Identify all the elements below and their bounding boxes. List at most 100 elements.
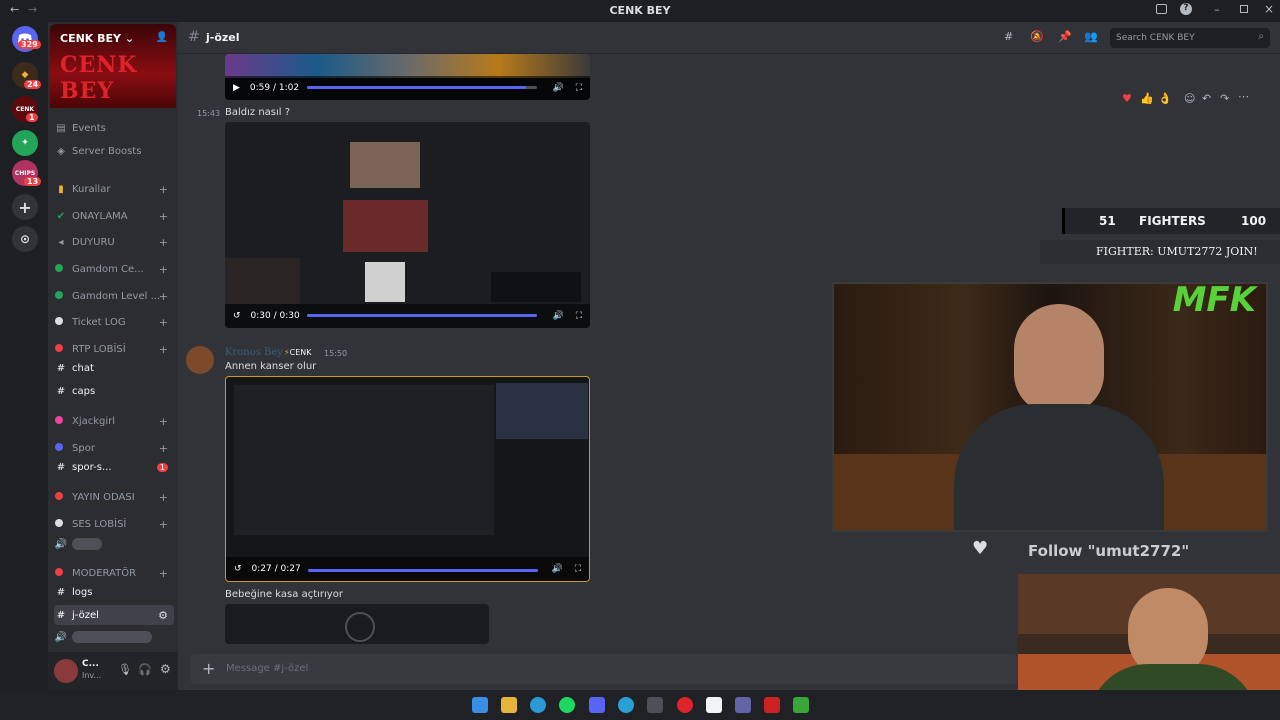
category-ses-lobisi[interactable]: SES LOBİSİ + — [54, 514, 174, 534]
sidebar-item-events[interactable]: ▤ Events — [54, 118, 174, 138]
video-attachment-2[interactable]: ↺ 0:30 / 0:30 🔊 ⛶ — [225, 122, 590, 328]
channel-j-ozel[interactable]: # j-özel ⚙ — [54, 605, 174, 625]
category-gamdom-ce[interactable]: Gamdom Ce... + — [54, 259, 174, 279]
bell-off-icon[interactable]: 🔕 — [1030, 30, 1044, 43]
category-rtp-lobisi[interactable]: RTP LOBİSİ + — [54, 339, 174, 359]
volume-icon[interactable]: 🔊 — [551, 564, 562, 574]
app-icon[interactable] — [647, 697, 663, 713]
app-icon[interactable] — [764, 697, 780, 713]
avatar[interactable] — [54, 659, 78, 683]
volume-icon[interactable]: 🔊 — [552, 83, 563, 93]
user-name[interactable]: C... — [82, 659, 99, 669]
check-icon: ✔ — [56, 210, 66, 222]
server-cenk-badge: 1 — [26, 113, 38, 122]
category-gamdom-level[interactable]: Gamdom Level ... + — [54, 286, 174, 306]
gear-icon: ⚙ — [158, 608, 168, 622]
avatar — [72, 631, 152, 643]
video-frame — [491, 272, 581, 302]
file-explorer-icon[interactable] — [501, 697, 517, 713]
minecraft-icon[interactable] — [793, 697, 809, 713]
headphones-icon[interactable]: 🎧 — [138, 663, 152, 676]
category-duyuru[interactable]: ◂ DUYURU + — [54, 232, 174, 252]
hash-icon: # — [56, 461, 66, 473]
members-icon[interactable]: 👥 — [1084, 30, 1098, 43]
add-channel-icon: + — [158, 414, 168, 428]
category-kurallar[interactable]: ▮ Kurallar + — [54, 179, 174, 199]
maximize-icon[interactable] — [1240, 5, 1248, 13]
thumbs-up-reaction-icon[interactable]: 👍 — [1140, 92, 1154, 105]
pin-icon[interactable]: 📌 — [1058, 30, 1072, 43]
replay-icon[interactable]: ↺ — [234, 564, 242, 574]
image-attachment[interactable] — [225, 604, 489, 644]
settings-gear-icon[interactable]: ⚙ — [160, 662, 171, 676]
image-frame — [345, 612, 375, 642]
category-yayin-odasi[interactable]: YAYIN ODASI + — [54, 487, 174, 507]
category-xjackgirl[interactable]: Xjackgirl + — [54, 411, 174, 431]
hash-icon: # — [56, 609, 66, 621]
teams-icon[interactable] — [735, 697, 751, 713]
follow-text: Follow "umut2772" — [1028, 542, 1190, 560]
fullscreen-icon[interactable]: ⛶ — [575, 564, 581, 574]
add-server-icon[interactable]: + — [12, 194, 38, 220]
category-spor[interactable]: Spor + — [54, 438, 174, 458]
channel-logs[interactable]: # logs — [54, 582, 174, 602]
message-author[interactable]: Kronos Bey — [225, 347, 283, 358]
heart-reaction-icon[interactable]: ♥ — [1122, 92, 1132, 105]
attach-plus-icon[interactable]: + — [202, 659, 215, 678]
forward-icon[interactable]: ↷ — [1220, 92, 1229, 105]
heart-icon: ♥ — [972, 538, 989, 559]
category-onaylama[interactable]: ✔ ONAYLAMA + — [54, 206, 174, 226]
channel-spor-s[interactable]: # spor-s... 1 — [54, 457, 174, 477]
fullscreen-icon[interactable]: ⛶ — [576, 83, 582, 93]
message-text: Baldız nasıl ? — [225, 107, 291, 118]
more-icon[interactable]: ⋯ — [1238, 90, 1249, 103]
add-reaction-icon[interactable]: ☺ — [1184, 92, 1195, 105]
video-attachment-1[interactable]: ▶ 0:59 / 1:02 🔊 ⛶ — [225, 54, 590, 100]
invite-icon[interactable]: 👤 — [156, 32, 168, 43]
megaphone-icon: ◂ — [58, 236, 64, 248]
app-icon[interactable] — [677, 697, 693, 713]
video-attachment-3[interactable]: ↺ 0:27 / 0:27 🔊 ⛶ — [225, 376, 590, 582]
replay-icon[interactable]: ↺ — [233, 311, 241, 321]
video-time: 0:30 / 0:30 — [250, 311, 300, 321]
edge-icon[interactable] — [530, 697, 546, 713]
server-icon-2[interactable]: ✦ — [12, 130, 38, 156]
server-banner[interactable]: CENK BEY ⌄ 👤 CENK BEY — [50, 24, 176, 108]
fullscreen-icon[interactable]: ⛶ — [576, 311, 582, 321]
speaker-icon: 🔊 — [54, 631, 68, 643]
server-name[interactable]: CENK BEY ⌄ — [60, 32, 134, 45]
category-ticket-log[interactable]: Ticket LOG + — [54, 312, 174, 332]
channel-caps[interactable]: # caps — [54, 381, 174, 401]
reply-icon[interactable]: ↶ — [1202, 92, 1211, 105]
video-frame — [343, 200, 428, 252]
notion-icon[interactable] — [706, 697, 722, 713]
avatar[interactable] — [186, 346, 214, 374]
spotify-icon[interactable] — [559, 697, 575, 713]
dot-icon — [55, 442, 63, 451]
minimize-icon[interactable]: – — [1214, 3, 1220, 16]
help-icon[interactable]: ? — [1180, 3, 1192, 15]
video-frame — [225, 258, 300, 304]
category-moderator[interactable]: MODERATÖR + — [54, 563, 174, 583]
threads-icon[interactable]: # — [1004, 30, 1013, 43]
telegram-icon[interactable] — [618, 697, 634, 713]
dot-icon — [55, 263, 63, 272]
server-1-badge: 24 — [24, 80, 42, 89]
channel-chat[interactable]: # chat — [54, 358, 174, 378]
dot-icon — [55, 343, 63, 352]
speaker-icon: 🔊 — [54, 538, 68, 550]
add-channel-icon: + — [158, 315, 168, 329]
sidebar-item-server-boosts[interactable]: ◈ Server Boosts — [54, 141, 174, 161]
mic-icon[interactable]: 🎙 — [118, 663, 132, 676]
inbox-icon[interactable] — [1156, 4, 1167, 14]
add-channel-icon: + — [158, 441, 168, 455]
volume-icon[interactable]: 🔊 — [552, 311, 563, 321]
discord-taskbar-icon[interactable] — [589, 697, 605, 713]
explore-icon[interactable]: ⊙ — [12, 226, 38, 252]
play-icon[interactable]: ▶ — [233, 83, 240, 93]
ok-hand-reaction-icon[interactable]: 👌 — [1158, 92, 1172, 105]
start-icon[interactable] — [472, 697, 488, 713]
message-composer[interactable]: + Message #j-özel — [190, 654, 1018, 684]
close-icon[interactable]: × — [1264, 2, 1274, 16]
search-input[interactable]: Search CENK BEY ⌕ — [1110, 28, 1270, 48]
